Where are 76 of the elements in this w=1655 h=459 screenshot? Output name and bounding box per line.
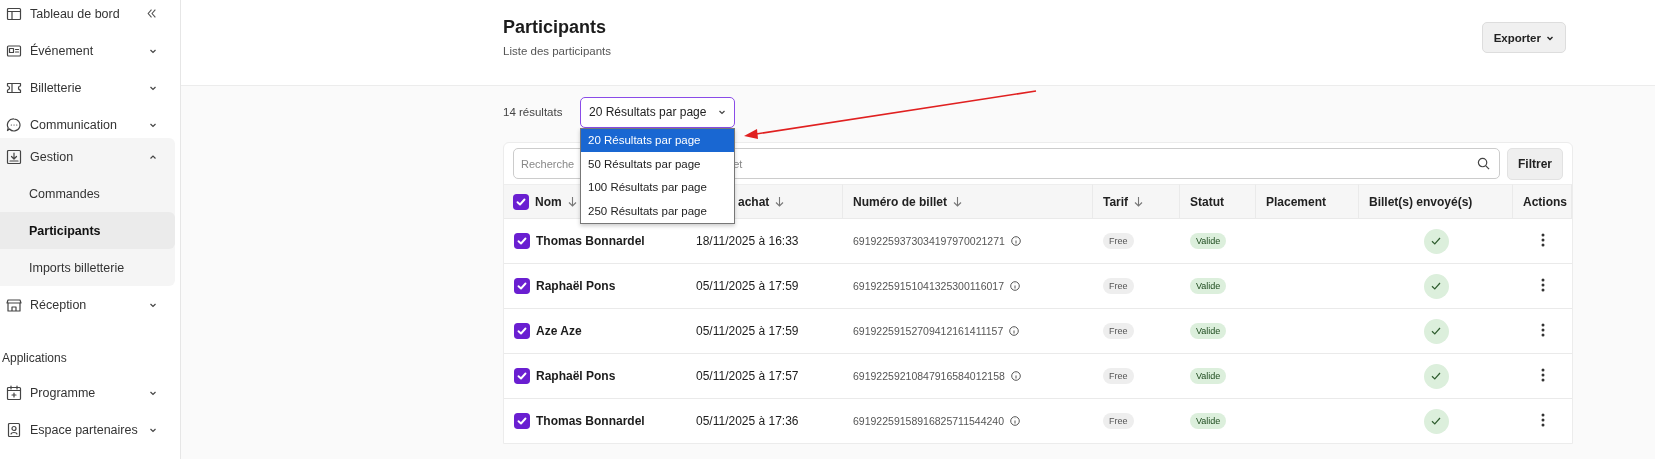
sidebar-item[interactable]: Réception bbox=[30, 297, 141, 312]
row-checkbox[interactable] bbox=[514, 233, 530, 249]
ticket-number: 69192259152709412161411157 bbox=[853, 325, 1004, 337]
tarif-tag: Free bbox=[1103, 278, 1134, 294]
sort-arrow-icon[interactable] bbox=[1134, 196, 1144, 207]
sidebar-subitem[interactable]: Participants bbox=[0, 212, 175, 249]
status-tag: Valide bbox=[1190, 413, 1227, 429]
filter-button[interactable]: Filtrer bbox=[1507, 148, 1563, 180]
badge-person-icon bbox=[6, 421, 22, 438]
column-header[interactable]: achat bbox=[738, 194, 770, 209]
layout-icon bbox=[6, 5, 22, 22]
tarif-tag: Free bbox=[1103, 413, 1134, 429]
status-tag: Valide bbox=[1190, 278, 1227, 294]
date-cell: 05/11/2025 à 17:36 bbox=[696, 414, 799, 428]
store-icon bbox=[6, 296, 22, 313]
column-header[interactable]: Statut bbox=[1190, 194, 1224, 209]
name-cell: Raphaël Pons bbox=[536, 369, 616, 383]
status-tag: Valide bbox=[1190, 233, 1227, 249]
select-all-checkbox[interactable] bbox=[513, 193, 529, 210]
dropdown-option[interactable]: 50 Résultats par page bbox=[581, 152, 734, 176]
dropdown-option[interactable]: 250 Résultats par page bbox=[581, 199, 734, 223]
column-header[interactable]: Numéro de billet bbox=[853, 194, 947, 209]
column-header[interactable]: Nom bbox=[535, 194, 562, 209]
sidebar-item[interactable]: Événement bbox=[30, 43, 141, 58]
date-cell: 05/11/2025 à 17:57 bbox=[696, 369, 799, 383]
date-cell: 05/11/2025 à 17:59 bbox=[696, 279, 799, 293]
date-cell: 05/11/2025 à 17:59 bbox=[696, 324, 799, 338]
tarif-tag: Free bbox=[1103, 233, 1134, 249]
status-tag: Valide bbox=[1190, 323, 1227, 339]
name-cell: Raphaël Pons bbox=[536, 279, 616, 293]
sidebar-subitem[interactable]: Commandes bbox=[0, 175, 175, 212]
row-checkbox[interactable] bbox=[514, 278, 530, 294]
info-icon[interactable] bbox=[1010, 371, 1021, 381]
id-card-icon bbox=[6, 42, 22, 59]
name-cell: Aze Aze bbox=[536, 324, 582, 338]
ticket-number: 69192259210847916584012158 bbox=[853, 370, 1005, 382]
info-icon[interactable] bbox=[1010, 416, 1021, 426]
sidebar-subitem[interactable]: Imports billetterie bbox=[0, 249, 175, 286]
search-icon[interactable] bbox=[1477, 157, 1490, 170]
export-button[interactable]: Exporter bbox=[1481, 22, 1566, 53]
column-header[interactable]: Tarif bbox=[1103, 194, 1129, 209]
info-icon[interactable] bbox=[1010, 236, 1021, 246]
chat-icon bbox=[6, 116, 22, 133]
tarif-tag: Free bbox=[1103, 368, 1134, 384]
page-title: Participants bbox=[503, 17, 608, 38]
sidebar-item[interactable]: Tableau de bord bbox=[30, 6, 138, 21]
tarif-tag: Free bbox=[1103, 323, 1134, 339]
row-checkbox[interactable] bbox=[514, 323, 530, 339]
page-subtitle: Liste des participants bbox=[503, 45, 612, 57]
sidebar-item[interactable]: Programme bbox=[30, 385, 141, 400]
sort-arrow-icon[interactable] bbox=[775, 196, 785, 207]
sidebar-item[interactable]: Communication bbox=[30, 117, 141, 132]
sidebar-item[interactable]: Espace partenaires bbox=[30, 422, 141, 437]
name-cell: Thomas Bonnardel bbox=[536, 414, 645, 428]
sort-arrow-icon[interactable] bbox=[953, 196, 962, 207]
name-cell: Thomas Bonnardel bbox=[536, 234, 645, 248]
status-tag: Valide bbox=[1190, 368, 1227, 384]
date-cell: 18/11/2025 à 16:33 bbox=[696, 234, 799, 248]
ticket-number: 69192259158916825711544240 bbox=[853, 415, 1005, 427]
dropdown-option[interactable]: 20 Résultats par page bbox=[581, 128, 734, 152]
collapse-icon[interactable] bbox=[146, 8, 157, 19]
row-checkbox[interactable] bbox=[514, 368, 530, 384]
page-size-select[interactable]: 20 Résultats par page bbox=[580, 96, 735, 128]
ticket-number: 69192259151041325300116017 bbox=[853, 280, 1005, 292]
sidebar-item[interactable]: Gestion bbox=[30, 149, 141, 164]
row-checkbox[interactable] bbox=[514, 413, 530, 429]
ticket-number: 69192259373034197970021271 bbox=[853, 235, 1005, 247]
info-icon[interactable] bbox=[1010, 281, 1021, 291]
calendar-plus-icon bbox=[6, 384, 22, 401]
section-title: Applications bbox=[2, 350, 68, 367]
sidebar-item[interactable]: Billetterie bbox=[30, 80, 141, 95]
chevron-down-icon[interactable] bbox=[718, 108, 726, 116]
results-count: 14 résultats bbox=[503, 106, 564, 118]
sort-arrow-icon[interactable] bbox=[567, 196, 577, 207]
download-box-icon bbox=[6, 148, 22, 165]
info-icon[interactable] bbox=[1009, 326, 1020, 336]
